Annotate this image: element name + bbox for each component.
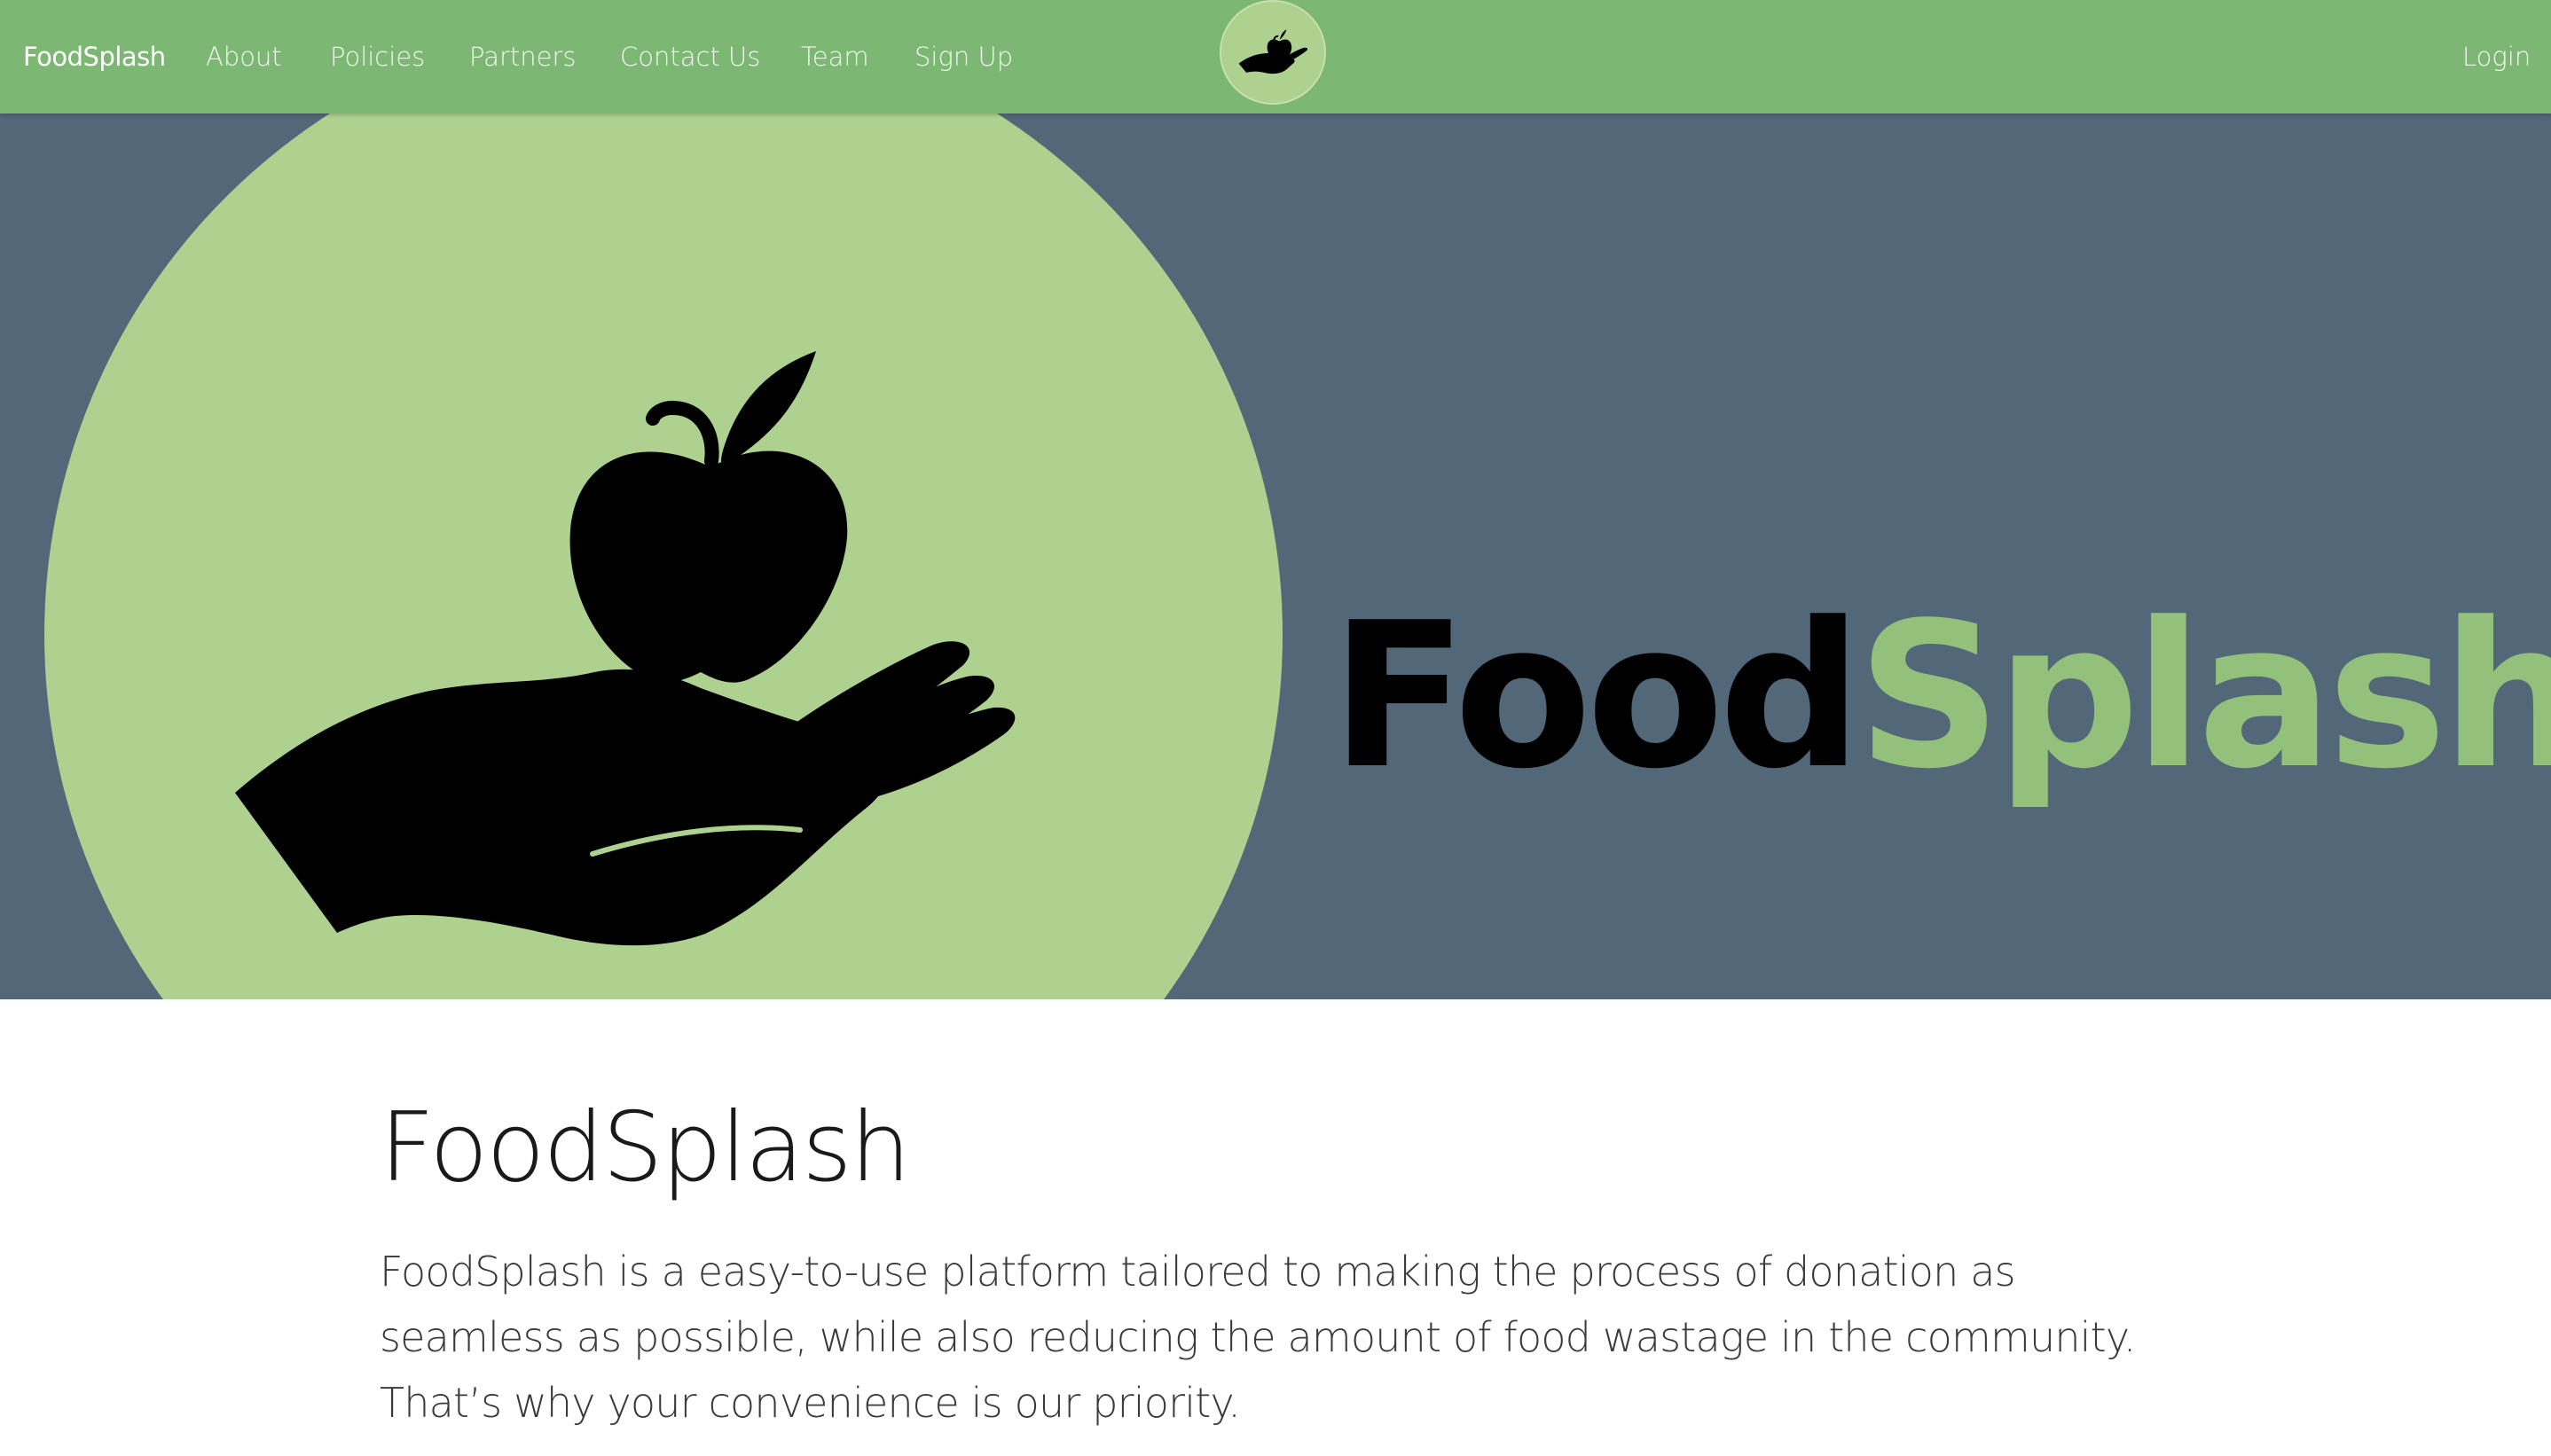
login-link[interactable]: Login (2462, 39, 2531, 74)
main-content: FoodSplash FoodSplash is a easy-to-use p… (380, 1095, 2189, 1436)
brand-link[interactable]: FoodSplash (23, 39, 166, 74)
page-description: FoodSplash is a easy-to-use platform tai… (380, 1248, 2136, 1427)
hero-banner: FoodSplash (0, 114, 2551, 999)
nav-contact-link[interactable]: Contact Us (620, 39, 760, 74)
nav-signup-link[interactable]: Sign Up (914, 39, 1013, 74)
wordmark-food: Food (1330, 580, 1863, 813)
nav-about-link[interactable]: About (206, 39, 282, 74)
nav-partners-link[interactable]: Partners (469, 39, 577, 74)
nav-team-link[interactable]: Team (801, 39, 869, 74)
hero-wordmark: FoodSplash (1330, 597, 2551, 797)
top-navbar: FoodSplash About Policies Partners Conta… (0, 0, 2551, 114)
page-title: FoodSplash (380, 1092, 911, 1203)
nav-policies-link[interactable]: Policies (330, 39, 425, 74)
apple-in-hand-icon (1238, 29, 1308, 74)
nav-logo-button[interactable] (1220, 0, 1326, 105)
apple-in-hand-icon (235, 351, 1016, 946)
wordmark-splash: Splash (1856, 580, 2551, 813)
